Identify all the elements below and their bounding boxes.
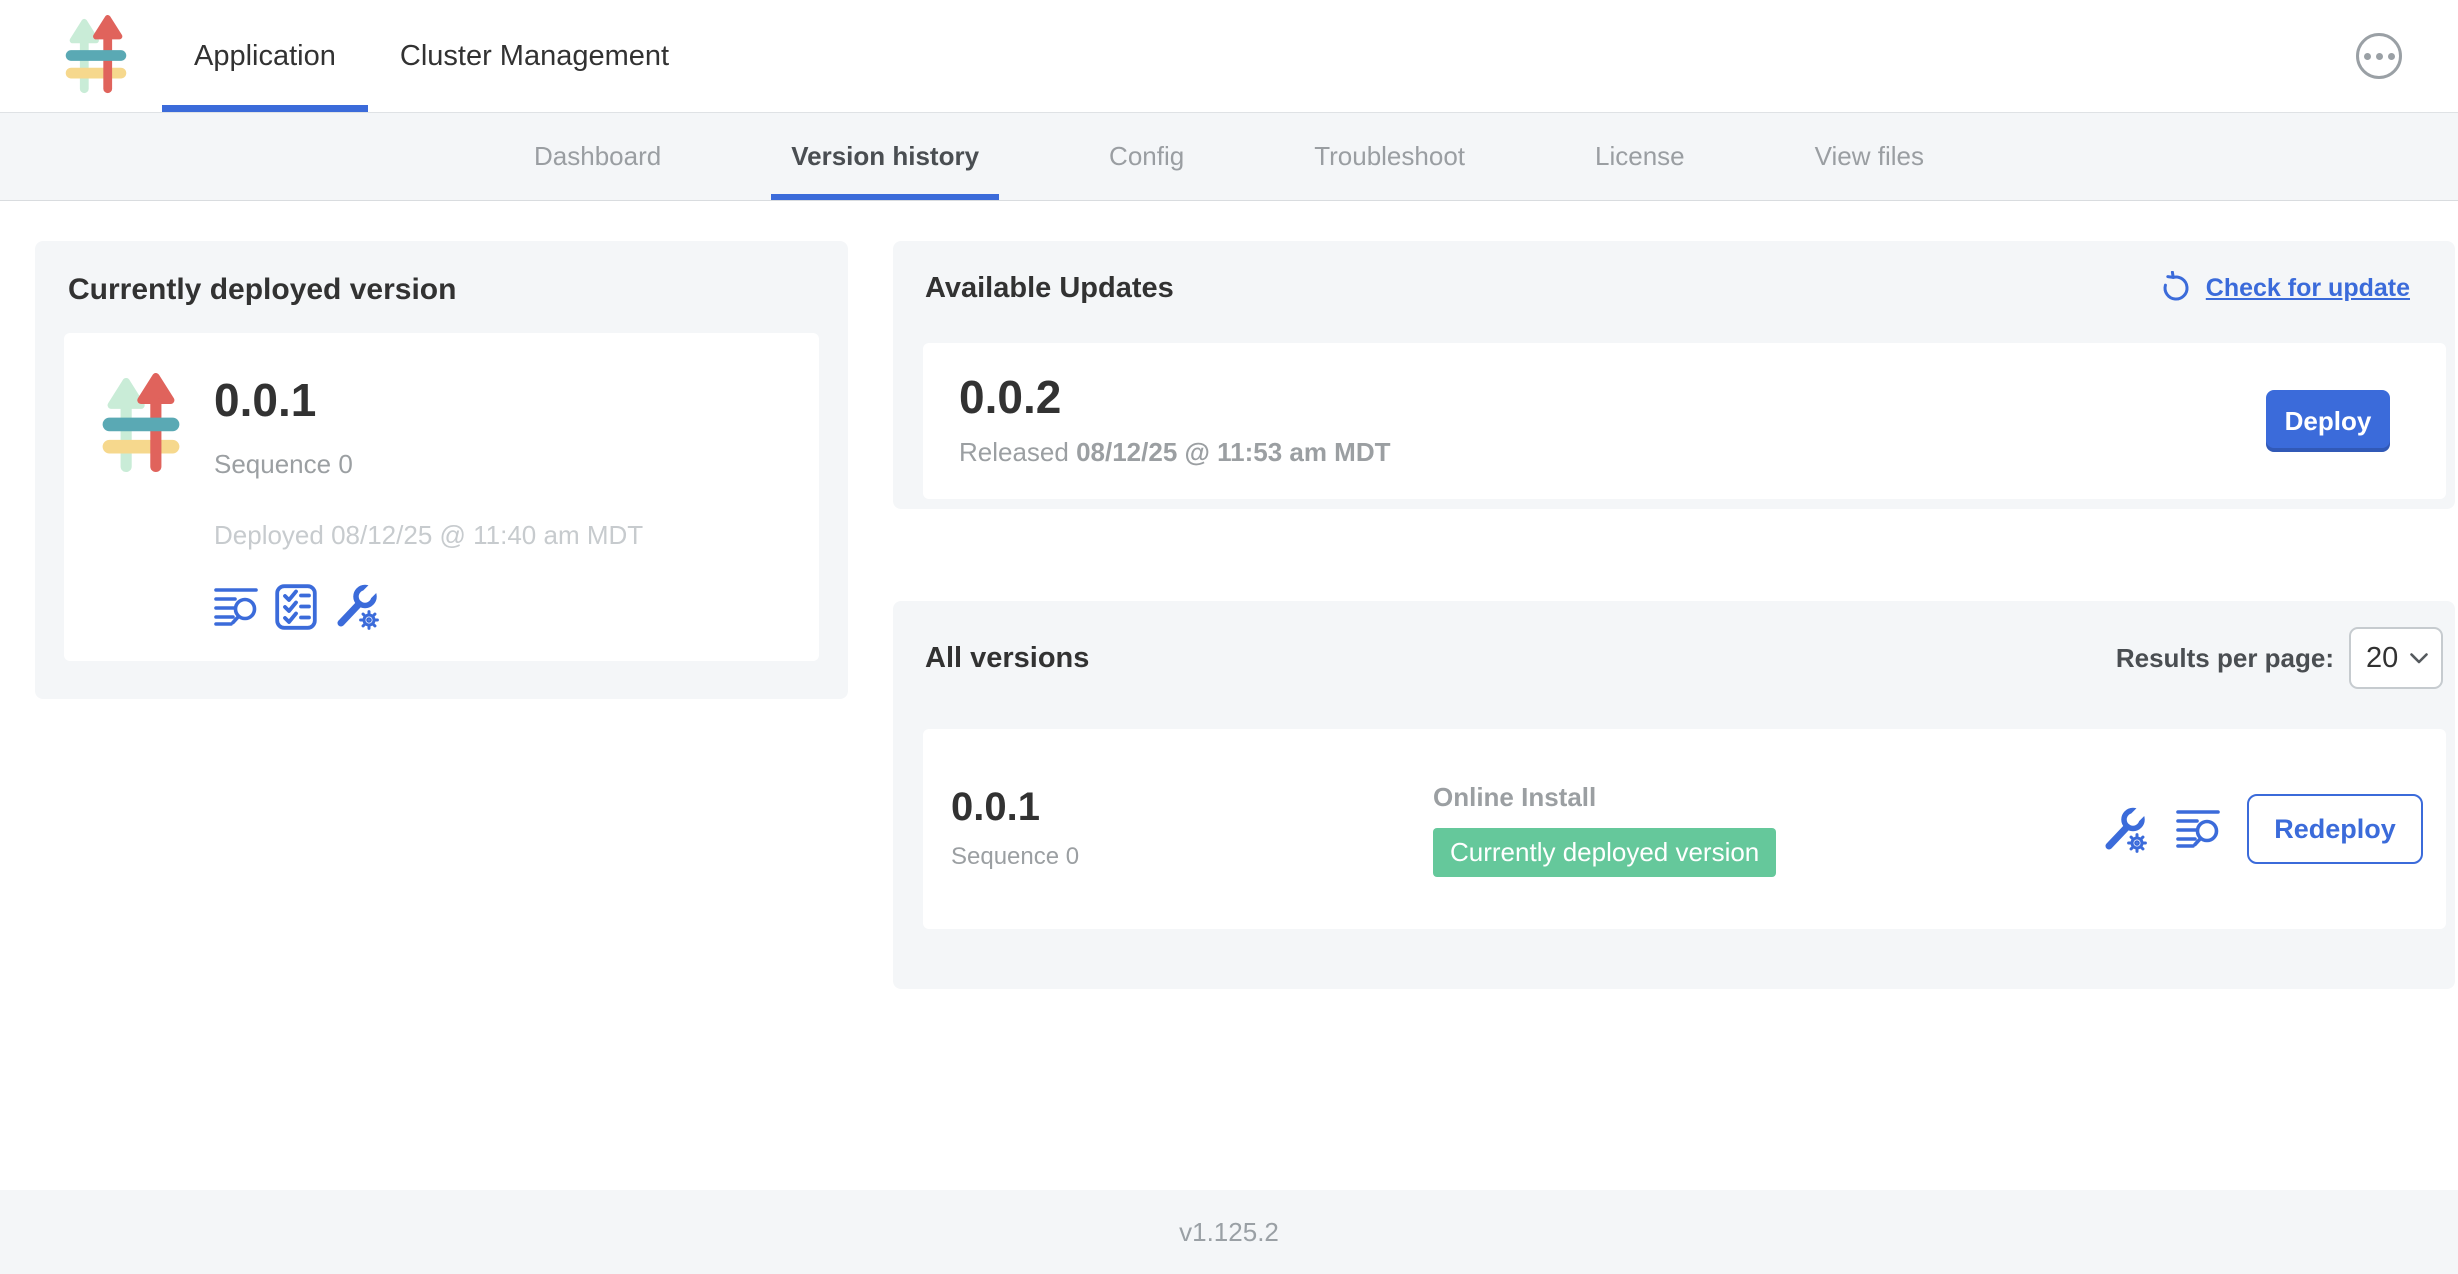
tab-version-history-label: Version history — [771, 113, 999, 200]
deployed-version-number: 0.0.1 — [214, 377, 643, 423]
available-updates-card: Available Updates Check for update 0.0.2… — [893, 241, 2455, 509]
top-nav: Application Cluster Management — [0, 0, 2458, 113]
tab-troubleshoot[interactable]: Troubleshoot — [1249, 113, 1530, 200]
console-version: v1.125.2 — [1179, 1217, 1279, 1248]
tab-application[interactable]: Application — [162, 0, 368, 112]
currently-deployed-title: Currently deployed version — [68, 273, 819, 307]
row-sequence: Sequence 0 — [951, 843, 1433, 871]
deployed-timestamp: Deployed 08/12/25 @ 11:40 am MDT — [214, 520, 643, 551]
tab-license[interactable]: License — [1530, 113, 1750, 200]
tab-application-label: Application — [162, 0, 368, 112]
tab-dashboard-label: Dashboard — [514, 113, 681, 200]
update-version-number: 0.0.2 — [959, 374, 1391, 420]
results-per-page-select[interactable]: 20 — [2349, 627, 2443, 689]
all-versions-card: All versions Results per page: 20 0.0.1 … — [893, 601, 2455, 989]
app-logo-icon — [60, 15, 132, 97]
tab-cluster-management-label: Cluster Management — [368, 0, 701, 112]
page-footer: v1.125.2 — [0, 1190, 2458, 1274]
check-for-update-label: Check for update — [2206, 274, 2410, 303]
currently-deployed-version-panel: 0.0.1 Sequence 0 Deployed 08/12/25 @ 11:… — [64, 333, 819, 661]
row-version-number: 0.0.1 — [951, 787, 1433, 827]
results-per-page-value: 20 — [2366, 642, 2398, 675]
redeploy-button[interactable]: Redeploy — [2247, 794, 2423, 864]
deploy-button[interactable]: Deploy — [2266, 390, 2390, 452]
tab-version-history[interactable]: Version history — [726, 113, 1044, 200]
tab-view-files[interactable]: View files — [1750, 113, 1989, 200]
app-logo — [60, 0, 132, 112]
refresh-icon — [2159, 271, 2193, 305]
app-sub-nav: Dashboard Version history Config Trouble… — [0, 113, 2458, 201]
tab-config[interactable]: Config — [1044, 113, 1249, 200]
tab-troubleshoot-label: Troubleshoot — [1294, 113, 1485, 200]
app-logo-icon — [100, 373, 182, 477]
results-per-page-label: Results per page: — [2116, 643, 2334, 674]
all-versions-title: All versions — [925, 642, 1089, 675]
currently-deployed-badge: Currently deployed version — [1433, 828, 1776, 877]
ellipsis-menu-icon[interactable] — [2356, 33, 2402, 79]
preflight-checks-icon[interactable] — [275, 584, 317, 630]
tab-cluster-management[interactable]: Cluster Management — [368, 0, 701, 112]
main-content: Currently deployed version 0.0.1 Sequenc… — [0, 201, 2458, 1190]
top-nav-tabs: Application Cluster Management — [162, 0, 701, 112]
tab-dashboard[interactable]: Dashboard — [469, 113, 726, 200]
edit-config-icon[interactable] — [2102, 806, 2149, 853]
check-for-update-link[interactable]: Check for update — [2159, 271, 2410, 305]
kots-admin-console: Application Cluster Management Dashboard… — [0, 0, 2458, 1274]
available-update-row: 0.0.2 Released 08/12/25 @ 11:53 am MDT D… — [923, 343, 2446, 499]
tab-config-label: Config — [1089, 113, 1204, 200]
version-row: 0.0.1 Sequence 0 Online Install Currentl… — [923, 729, 2446, 929]
row-install-type: Online Install — [1433, 782, 2102, 813]
tab-license-label: License — [1575, 113, 1705, 200]
currently-deployed-card: Currently deployed version 0.0.1 Sequenc… — [35, 241, 848, 699]
update-released-timestamp: Released 08/12/25 @ 11:53 am MDT — [959, 437, 1391, 468]
tab-view-files-label: View files — [1795, 113, 1944, 200]
available-updates-title: Available Updates — [925, 272, 1174, 305]
deployed-sequence: Sequence 0 — [214, 449, 643, 480]
view-logs-icon[interactable] — [2176, 808, 2220, 850]
view-logs-icon[interactable] — [214, 586, 258, 628]
chevron-down-icon — [2409, 652, 2429, 665]
edit-config-icon[interactable] — [334, 583, 381, 630]
